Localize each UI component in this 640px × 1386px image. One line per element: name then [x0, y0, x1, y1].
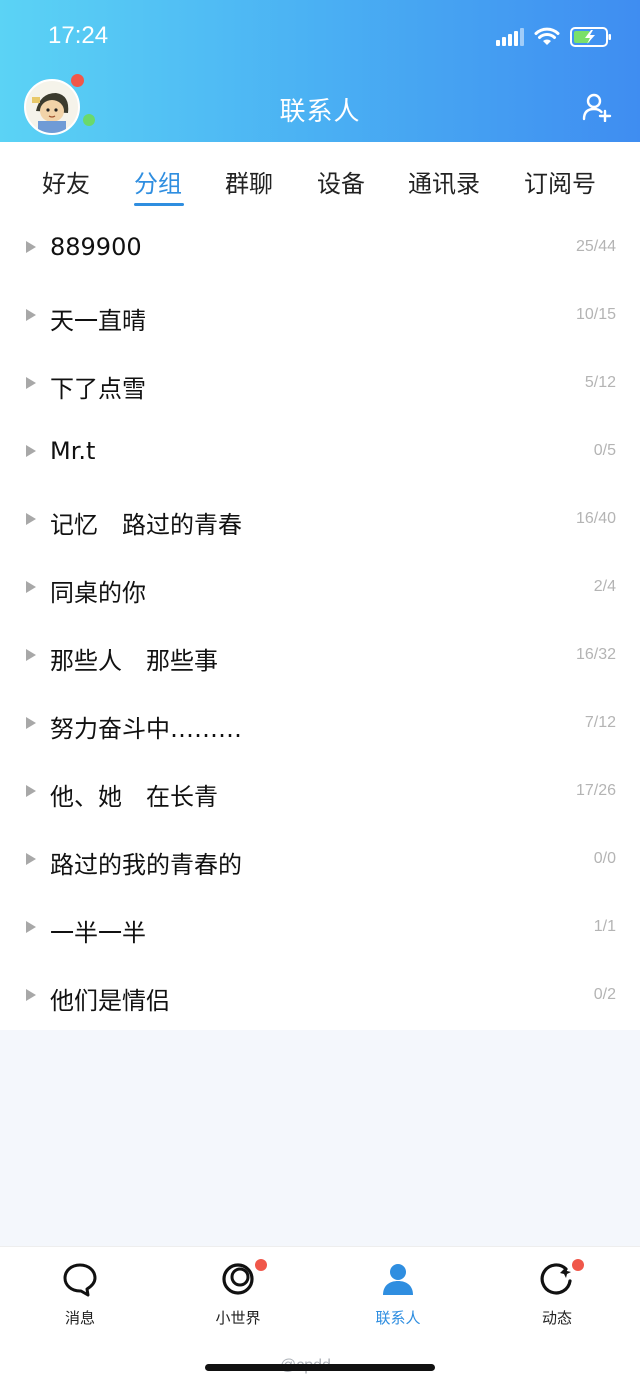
group-name: 天一直晴	[50, 307, 146, 335]
expand-arrow-icon	[26, 989, 36, 1001]
nav-moments[interactable]: 动态	[507, 1259, 607, 1341]
list-item[interactable]: 那些人 那些事 16/32	[0, 626, 640, 694]
nav-small-world[interactable]: 小世界	[188, 1259, 288, 1341]
group-online-count: 25/44	[575, 238, 616, 255]
expand-arrow-icon	[26, 309, 36, 321]
category-tabs: 好友 分组 群聊 设备 通讯录 订阅号	[0, 142, 640, 218]
star-circle-icon	[539, 1261, 575, 1297]
group-online-count: 1/1	[593, 918, 616, 935]
status-time: 17:24	[48, 22, 109, 49]
list-item[interactable]: Mr.t 0/5	[0, 422, 640, 490]
group-name: 努力奋斗中………	[50, 715, 242, 743]
expand-arrow-icon	[26, 717, 36, 729]
list-item[interactable]: 889900 25/44	[0, 218, 640, 286]
list-item[interactable]: 天一直晴 10/15	[0, 286, 640, 354]
tab-address-book[interactable]: 通讯录	[408, 164, 480, 199]
nav-contacts[interactable]: 联系人	[348, 1261, 448, 1341]
status-icons	[496, 26, 612, 48]
nav-label: 联系人	[375, 1309, 421, 1327]
home-indicator[interactable]	[205, 1364, 435, 1371]
tab-friends[interactable]: 好友	[42, 164, 90, 199]
group-online-count: 10/15	[575, 306, 616, 323]
group-name: 889900	[50, 233, 142, 261]
nav-messages[interactable]: 消息	[30, 1261, 130, 1341]
list-item[interactable]: 同桌的你 2/4	[0, 558, 640, 626]
notification-badge	[255, 1259, 267, 1271]
add-contact-icon	[582, 93, 612, 123]
list-item[interactable]: 他、她 在长青 17/26	[0, 762, 640, 830]
avatar-notification-dot	[71, 74, 84, 87]
group-name: Mr.t	[50, 437, 96, 465]
expand-arrow-icon	[26, 649, 36, 661]
group-name: 同桌的你	[50, 579, 146, 607]
expand-arrow-icon	[26, 853, 36, 865]
group-online-count: 5/12	[584, 374, 616, 391]
add-contact-button[interactable]	[582, 92, 612, 123]
list-item[interactable]: 一半一半 1/1	[0, 898, 640, 966]
group-name: 那些人 那些事	[50, 647, 218, 675]
tab-subscriptions[interactable]: 订阅号	[524, 164, 596, 199]
group-online-count: 16/40	[575, 510, 616, 527]
expand-arrow-icon	[26, 921, 36, 933]
group-online-count: 0/5	[593, 442, 616, 459]
person-icon	[380, 1261, 416, 1297]
group-name: 他、她 在长青	[50, 783, 218, 811]
header-bar: 17:24 联系人	[0, 0, 640, 142]
tab-group-chats[interactable]: 群聊	[225, 164, 273, 199]
group-list: 889900 25/44 天一直晴 10/15 下了点雪 5/12 Mr.t 0…	[0, 218, 640, 1030]
nav-label: 消息	[64, 1309, 95, 1327]
group-online-count: 7/12	[584, 714, 616, 731]
tab-devices[interactable]: 设备	[317, 164, 365, 199]
active-tab-indicator	[134, 203, 184, 206]
wifi-icon	[534, 27, 560, 47]
battery-charging-icon	[570, 26, 612, 48]
page-title: 联系人	[279, 97, 361, 127]
list-item[interactable]: 记忆 路过的青春 16/40	[0, 490, 640, 558]
list-item[interactable]: 他们是情侣 0/2	[0, 966, 640, 1034]
list-item[interactable]: 路过的我的青春的 0/0	[0, 830, 640, 898]
nav-label: 动态	[541, 1309, 572, 1327]
group-name: 下了点雪	[50, 375, 146, 403]
expand-arrow-icon	[26, 445, 36, 457]
world-ring-icon	[220, 1261, 256, 1297]
group-online-count: 2/4	[593, 578, 616, 595]
group-online-count: 16/32	[575, 646, 616, 663]
notification-badge	[572, 1259, 584, 1271]
list-item[interactable]: 努力奋斗中……… 7/12	[0, 694, 640, 762]
group-online-count: 0/2	[593, 986, 616, 1003]
expand-arrow-icon	[26, 785, 36, 797]
expand-arrow-icon	[26, 377, 36, 389]
expand-arrow-icon	[26, 241, 36, 253]
expand-arrow-icon	[26, 513, 36, 525]
list-item[interactable]: 下了点雪 5/12	[0, 354, 640, 422]
tab-groups[interactable]: 分组	[134, 164, 182, 199]
nav-label: 小世界	[215, 1309, 261, 1327]
group-online-count: 0/0	[593, 850, 616, 867]
group-name: 一半一半	[50, 919, 146, 947]
expand-arrow-icon	[26, 581, 36, 593]
group-name: 路过的我的青春的	[50, 851, 242, 879]
group-name: 他们是情侣	[50, 987, 170, 1015]
chat-bubble-icon	[62, 1261, 98, 1297]
signal-icon	[496, 28, 524, 46]
group-name: 记忆 路过的青春	[50, 511, 242, 539]
group-online-count: 17/26	[575, 782, 616, 799]
